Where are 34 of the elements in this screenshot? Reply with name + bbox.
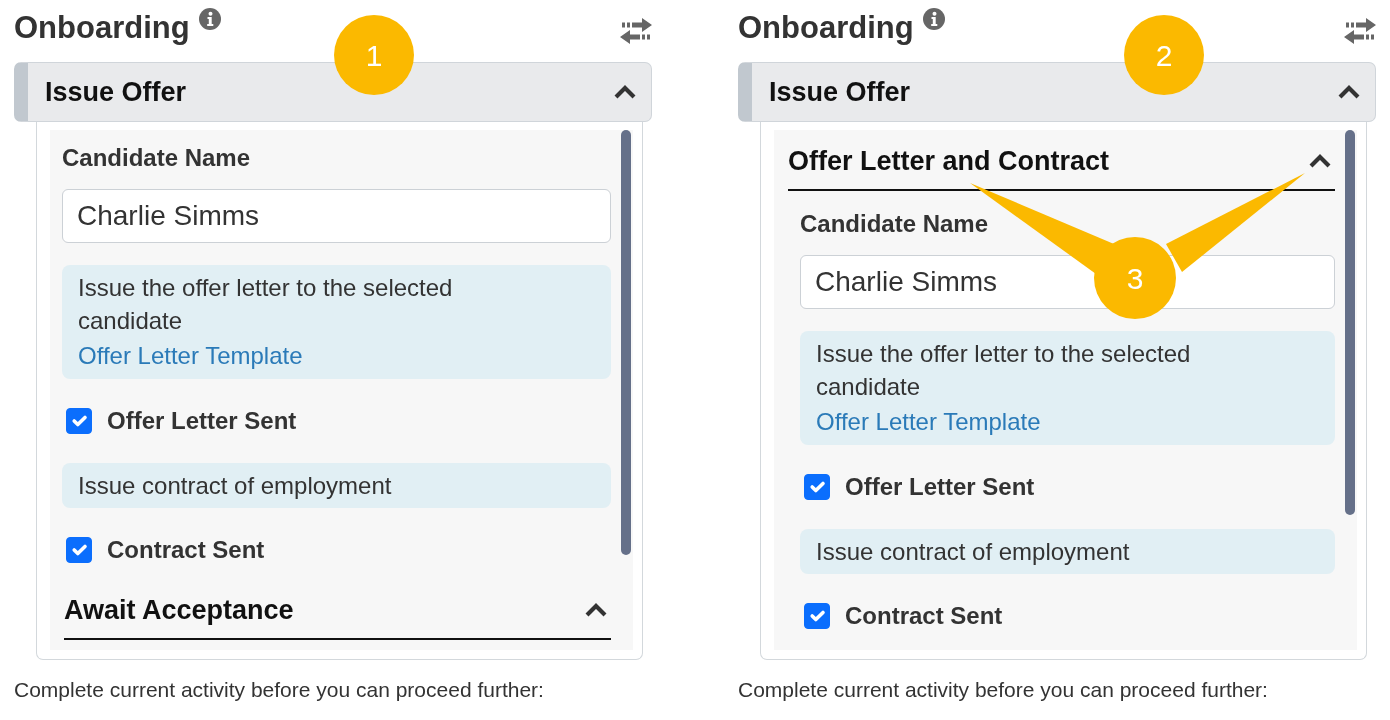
info-icon[interactable] [922, 8, 945, 30]
section-header[interactable]: Await Acceptance [64, 592, 611, 640]
callout-badge: 2 [1124, 15, 1204, 95]
checkbox-label[interactable]: Offer Letter Sent [107, 403, 297, 439]
scrollbar[interactable] [621, 130, 631, 555]
template-link[interactable]: Offer Letter Template [816, 405, 1041, 439]
status-message: Complete current activity before you can proceed further: [738, 678, 1269, 702]
scrollbar[interactable] [1345, 130, 1355, 515]
field-label: Candidate Name [800, 209, 990, 239]
text-field[interactable]: Charlie Simms [62, 189, 611, 243]
checkbox[interactable] [66, 408, 92, 434]
note-text: Issue contract of employment [78, 471, 393, 501]
callout-badge: 1 [334, 15, 414, 95]
checkbox[interactable] [804, 603, 830, 629]
swap-icon[interactable] [620, 18, 652, 44]
chevron-up-icon [585, 603, 607, 617]
chevron-up-icon [1338, 85, 1360, 99]
checkbox[interactable] [66, 537, 92, 563]
template-link[interactable]: Offer Letter Template [78, 339, 303, 373]
panel-title: Onboarding [738, 9, 914, 47]
note-text: Issue the offer letter to the selected candidate [816, 339, 1192, 402]
note-text: Issue contract of employment [816, 537, 1131, 567]
status-message: Complete current activity before you can proceed further: [14, 678, 545, 702]
chevron-up-icon [1309, 154, 1331, 168]
checkbox[interactable] [804, 474, 830, 500]
checkbox-label[interactable]: Contract Sent [845, 598, 1003, 634]
checkbox-label[interactable]: Contract Sent [107, 532, 265, 568]
field-label: Candidate Name [62, 143, 252, 173]
info-icon[interactable] [198, 8, 221, 30]
checkbox-label[interactable]: Offer Letter Sent [845, 469, 1035, 505]
panel-title: Onboarding [14, 9, 190, 47]
swap-icon[interactable] [1344, 18, 1376, 44]
note-text: Issue the offer letter to the selected candidate [78, 273, 454, 336]
chevron-up-icon [614, 85, 636, 99]
